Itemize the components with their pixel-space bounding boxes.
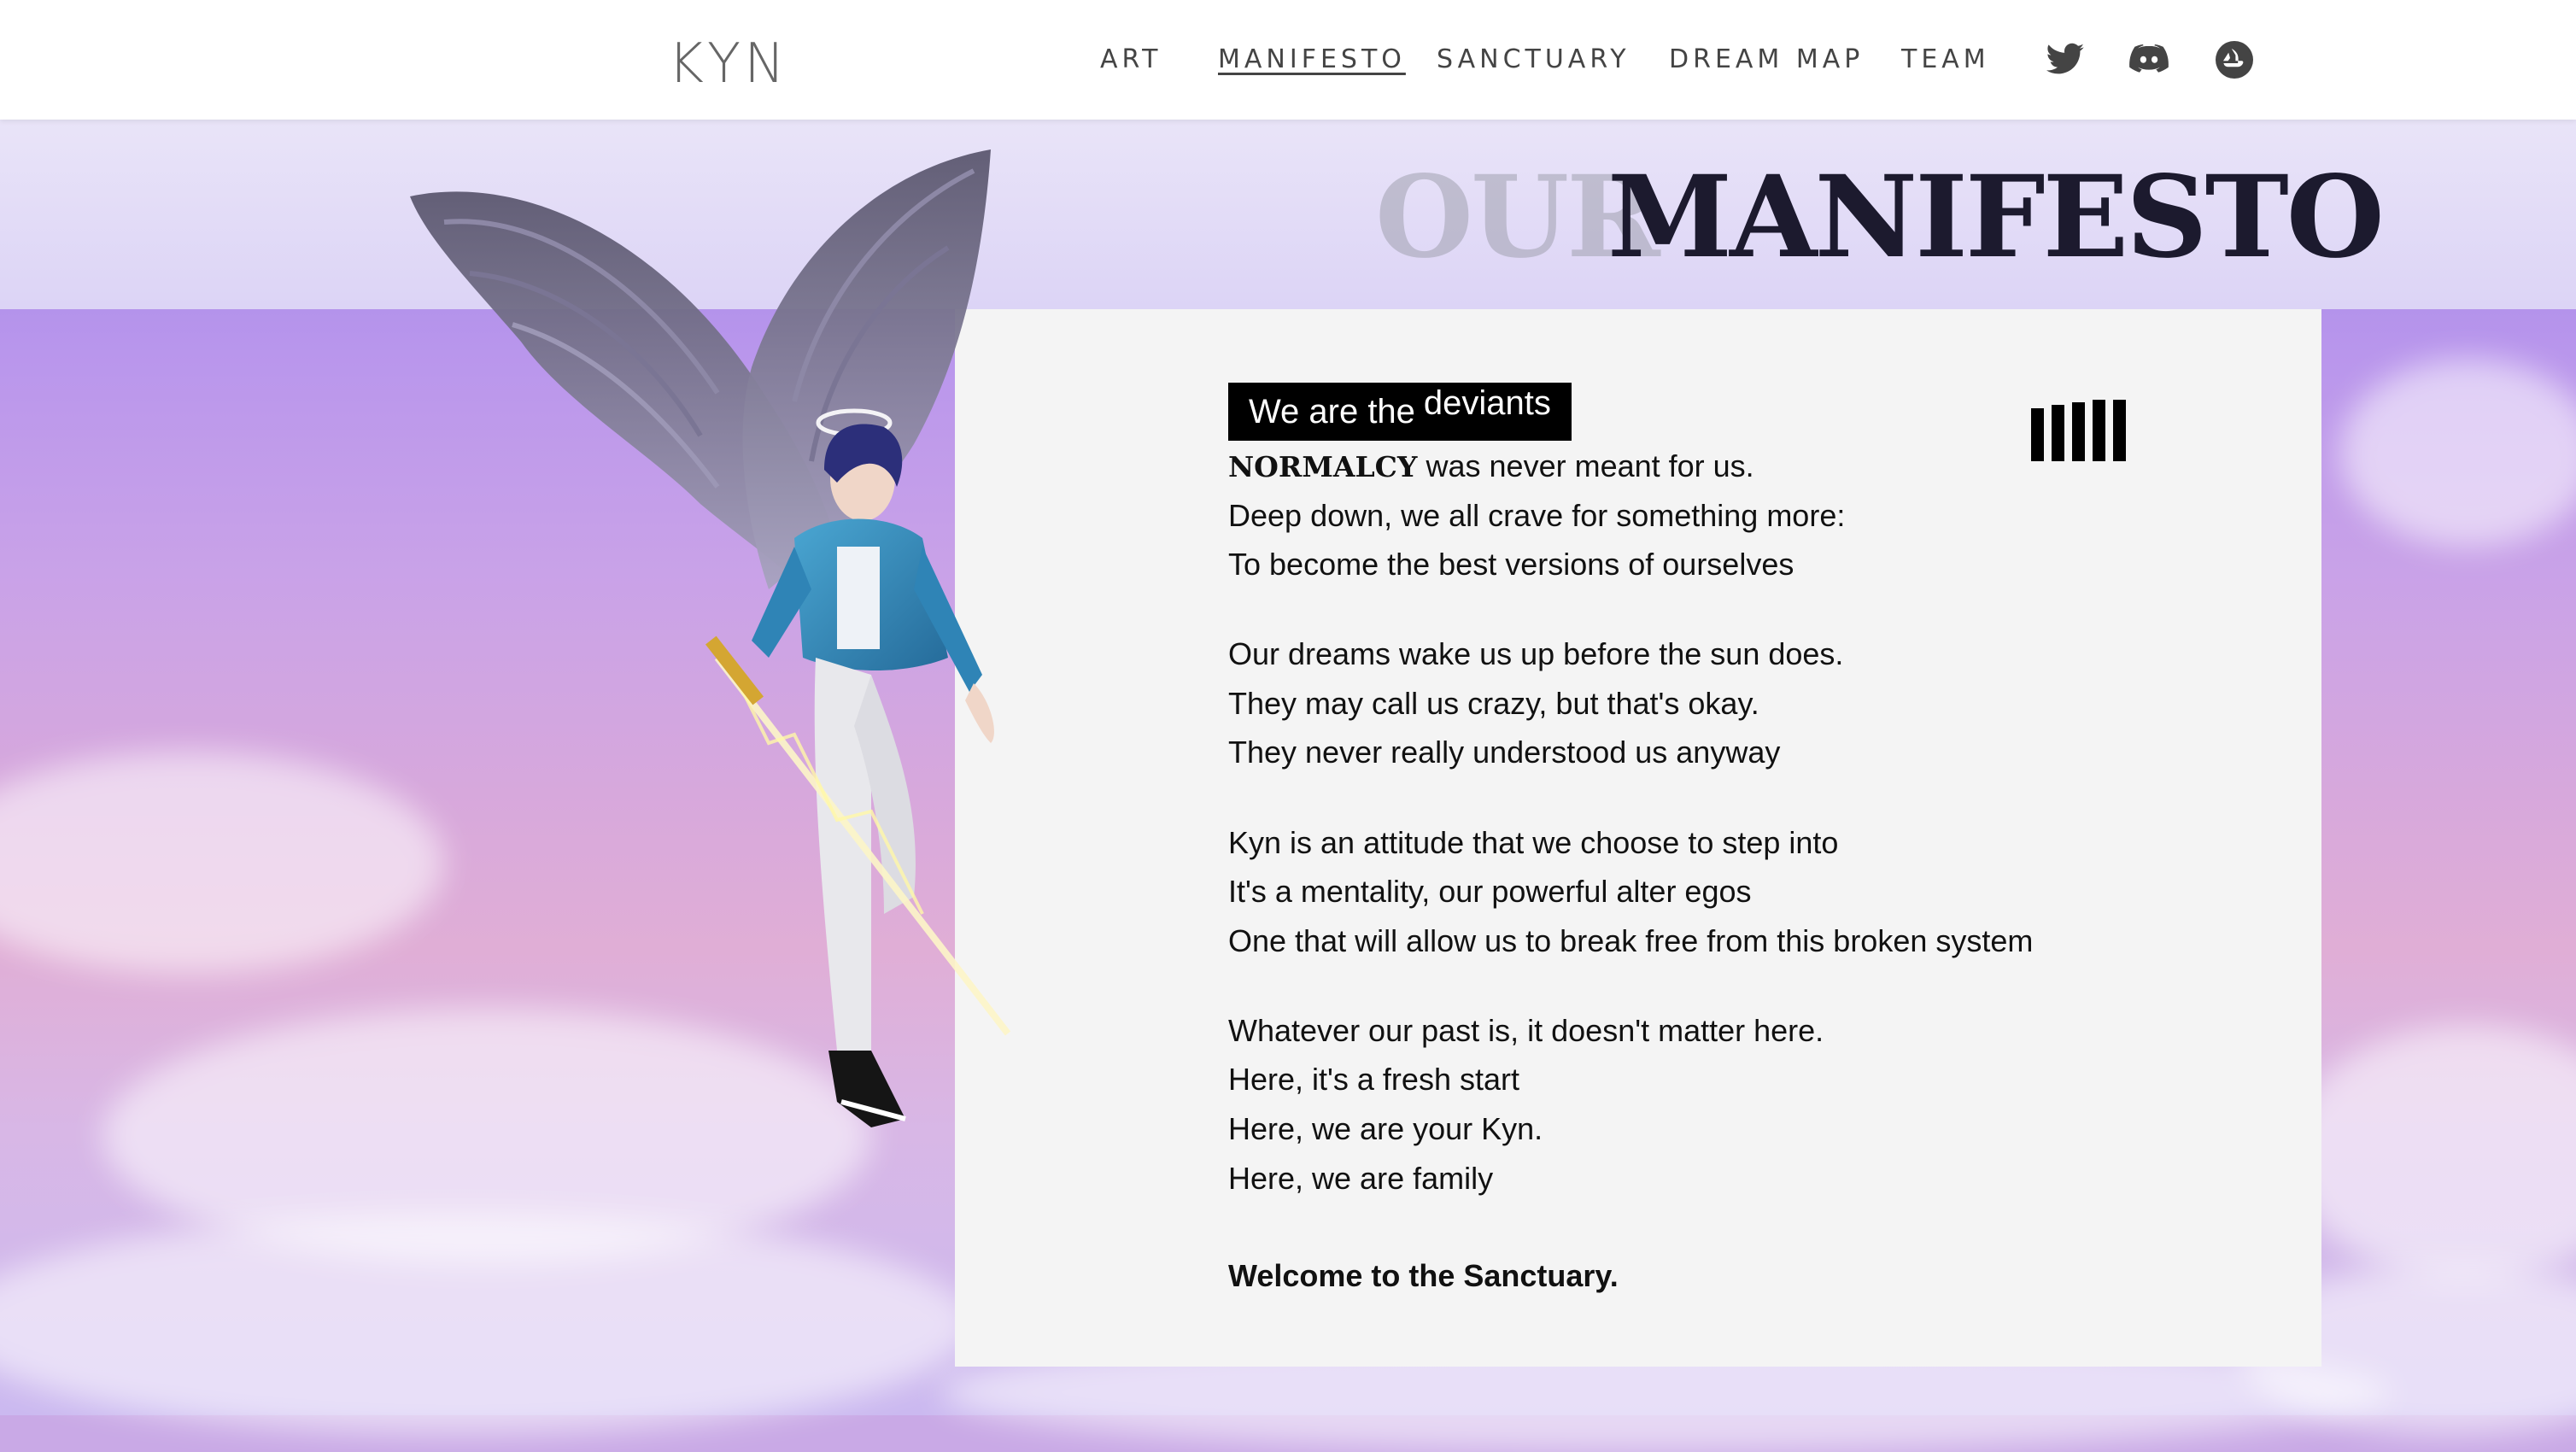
manifesto-line: Our dreams wake us up before the sun doe… (1228, 636, 1844, 671)
manifesto-line: They never really understood us anyway (1228, 735, 1781, 770)
opensea-icon[interactable] (2214, 39, 2255, 80)
manifesto-line: Whatever our past is, it doesn't matter … (1228, 1013, 1824, 1048)
nav-dream-map[interactable]: DREAM MAP (1669, 43, 1864, 77)
first-line-rest: was never meant for us. (1417, 448, 1754, 483)
tag-prefix: We are the (1249, 393, 1415, 430)
welcome-line: Welcome to the Sanctuary. (1228, 1258, 1619, 1293)
manifesto-line: To become the best versions of ourselves (1228, 547, 1794, 582)
manifesto-line: One that will allow us to break free fro… (1228, 923, 2034, 958)
manifesto-line: NORMALCY was never meant for us. (1228, 448, 1754, 486)
manifesto-line: Here, we are your Kyn. (1228, 1111, 1543, 1146)
manifesto-line: Here, it's a fresh start (1228, 1062, 1519, 1097)
twitter-icon[interactable] (2045, 39, 2086, 80)
manifesto-line: They may call us crazy, but that's okay. (1228, 686, 1759, 721)
discord-icon[interactable] (2128, 39, 2169, 80)
nav-art[interactable]: ART (1100, 43, 1162, 77)
manifesto-line: It's a mentality, our powerful alter ego… (1228, 874, 1752, 909)
tag-word: deviants (1423, 384, 1551, 422)
title-manifesto: MANIFESTO (1607, 151, 2385, 284)
bars-icon (2031, 400, 2126, 461)
nav-manifesto[interactable]: MANIFESTO (1218, 43, 1406, 77)
manifesto-line: Kyn is an attitude that we choose to ste… (1228, 825, 1839, 860)
manifesto-line: Deep down, we all crave for something mo… (1228, 498, 1846, 533)
deviants-tag: We are the deviants (1228, 383, 1572, 441)
manifesto-line: Here, we are family (1228, 1161, 1494, 1196)
logo[interactable]: KYN (668, 31, 788, 97)
navbar: KYN ART MANIFESTO SANCTUARY DREAM MAP TE… (0, 0, 2576, 120)
angel-illustration (410, 149, 1011, 1127)
nav-team[interactable]: TEAM (1901, 43, 1990, 77)
normalcy-word: NORMALCY (1228, 450, 1418, 483)
nav-sanctuary[interactable]: SANCTUARY (1437, 43, 1630, 77)
